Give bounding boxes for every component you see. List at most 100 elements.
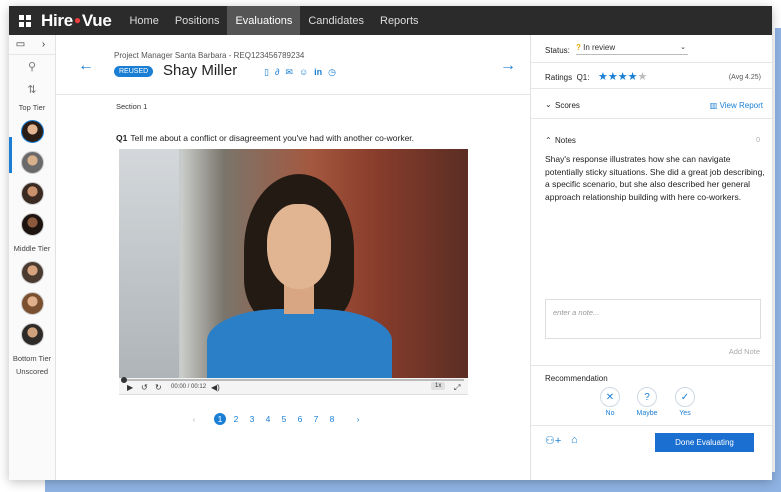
card-view-icon[interactable]: ▭ xyxy=(9,39,32,50)
app-window: Hire●Vue Home Positions Evaluations Cand… xyxy=(9,6,772,480)
tag-icon[interactable]: ⌂ xyxy=(571,434,578,446)
recommend-yes-button[interactable]: ✓ Yes xyxy=(670,387,700,417)
nav-candidates[interactable]: Candidates xyxy=(300,6,372,35)
play-icon[interactable]: ▶ xyxy=(127,383,133,392)
next-candidate-arrow-icon[interactable]: → xyxy=(500,57,516,75)
tier-label-unscored: Unscored xyxy=(15,367,49,376)
pager-prev-icon[interactable]: ‹ xyxy=(186,414,202,424)
divider xyxy=(531,425,772,426)
page-1[interactable]: 1 xyxy=(214,413,226,425)
top-navbar: Hire●Vue Home Positions Evaluations Cand… xyxy=(9,6,772,35)
video-time: 00:00 / 00:12 xyxy=(171,384,207,390)
chevron-up-icon[interactable]: ⌃ xyxy=(545,136,552,145)
add-note-button[interactable]: Add Note xyxy=(729,347,760,356)
star-icon: ★ xyxy=(627,71,638,83)
previous-candidate-arrow-icon[interactable]: ← xyxy=(78,57,94,75)
ratings-label: Ratings Q1: xyxy=(545,73,590,82)
question-text: Q1 Tell me about a conflict or disagreeme… xyxy=(116,133,415,143)
evaluation-main: ← → Project Manager Santa Barbara - REQ1… xyxy=(56,35,530,480)
candidate-avatar[interactable] xyxy=(20,261,44,284)
star-icon: ★ xyxy=(637,71,648,83)
average-rating: (Avg 4.25) xyxy=(728,74,761,81)
candidate-avatar[interactable] xyxy=(20,213,44,236)
note-input[interactable]: enter a note... xyxy=(545,299,761,339)
reused-badge: REUSED xyxy=(114,66,154,77)
position-breadcrumb[interactable]: Project Manager Santa Barbara - REQ12345… xyxy=(114,51,304,60)
volume-icon[interactable]: ◀) xyxy=(211,383,220,392)
done-evaluating-button[interactable]: Done Evaluating xyxy=(655,433,754,452)
candidate-avatar[interactable] xyxy=(20,292,44,315)
email-icon[interactable]: ✉ xyxy=(285,67,293,78)
nav-positions[interactable]: Positions xyxy=(167,6,228,35)
tier-label-middle: Middle Tier xyxy=(13,244,51,253)
section-label: Section 1 xyxy=(116,102,148,111)
history-icon[interactable]: ◷ xyxy=(328,67,336,78)
scores-label: Scores xyxy=(555,101,580,110)
close-icon: ✕ xyxy=(600,387,620,407)
candidate-avatar[interactable] xyxy=(20,151,44,174)
video-controls: ▶ ↺ ↻ 00:00 / 00:12 ◀) 1x ⤢ xyxy=(119,377,468,395)
recommendation-label: Recommendation xyxy=(545,374,608,383)
recommend-maybe-button[interactable]: ? Maybe xyxy=(632,387,662,417)
rating-stars[interactable]: ★★★★★ xyxy=(598,70,647,83)
evaluation-sidebar: Status: ? In review ⌄ Ratings Q1: ★★★★★ (… xyxy=(530,35,772,480)
page-6[interactable]: 6 xyxy=(292,414,308,424)
candidate-avatar[interactable] xyxy=(20,182,44,205)
star-icon: ★ xyxy=(617,71,628,83)
search-icon[interactable]: ⚲ xyxy=(9,55,55,78)
nav-reports[interactable]: Reports xyxy=(372,6,427,35)
header-divider xyxy=(56,94,530,95)
main-nav: Home Positions Evaluations Candidates Re… xyxy=(121,6,426,35)
page-4[interactable]: 4 xyxy=(260,414,276,424)
star-icon: ★ xyxy=(607,71,618,83)
notes-count: 0 xyxy=(756,137,760,144)
page-8[interactable]: 8 xyxy=(324,414,340,424)
question-icon: ? xyxy=(637,387,657,407)
nav-home[interactable]: Home xyxy=(121,6,166,35)
chevron-down-icon: ⌄ xyxy=(680,44,686,51)
report-icon: ▥ xyxy=(709,101,718,110)
page-2[interactable]: 2 xyxy=(228,414,244,424)
star-icon: ★ xyxy=(598,71,608,83)
playback-speed[interactable]: 1x xyxy=(431,382,446,390)
document-icon[interactable]: ▯ xyxy=(264,67,269,78)
sort-icon[interactable]: ⇅ xyxy=(9,78,55,101)
tier-label-top: Top Tier xyxy=(18,103,46,112)
view-report-link[interactable]: ▥ View Report xyxy=(710,101,763,110)
background-accent-right xyxy=(775,28,781,492)
status-select[interactable]: ? In review ⌄ xyxy=(576,43,688,55)
note-content: Shay's response illustrates how she can … xyxy=(545,154,765,202)
video-progress-bar[interactable] xyxy=(121,377,464,383)
add-user-icon[interactable]: ⚇+ xyxy=(545,434,561,447)
contact-icons: ▯ ∂ ✉ ☺ in ◷ xyxy=(264,67,336,78)
candidate-rail: ▭ › ⚲ ⇅ Top Tier Middle Tier Bottom Tier… xyxy=(9,35,56,480)
candidate-avatar[interactable] xyxy=(20,323,44,346)
status-row: Status: ? In review ⌄ xyxy=(531,35,772,63)
selected-indicator xyxy=(9,137,12,173)
check-icon: ✓ xyxy=(675,387,695,407)
expand-chevron-icon[interactable]: › xyxy=(32,39,55,50)
hirevue-logo[interactable]: Hire●Vue xyxy=(41,11,112,31)
rewind-icon[interactable]: ↺ xyxy=(141,383,148,392)
replay-icon[interactable]: ↻ xyxy=(155,383,162,392)
status-label: Status: xyxy=(545,46,570,55)
pager-next-icon[interactable]: › xyxy=(350,414,366,424)
page-5[interactable]: 5 xyxy=(276,414,292,424)
chevron-down-icon[interactable]: ⌄ xyxy=(545,100,552,109)
recommend-no-button[interactable]: ✕ No xyxy=(595,387,625,417)
response-video[interactable] xyxy=(119,149,468,378)
linkedin-icon[interactable]: in xyxy=(314,67,322,78)
fullscreen-icon[interactable]: ⤢ xyxy=(454,383,460,393)
page-7[interactable]: 7 xyxy=(308,414,324,424)
profile-icon[interactable]: ☺ xyxy=(299,67,308,78)
scores-row[interactable]: ⌄ Scores ▥ View Report xyxy=(531,89,772,119)
candidate-avatar-selected[interactable] xyxy=(20,120,44,143)
question-mark-icon: ? xyxy=(576,43,581,52)
divider xyxy=(531,365,772,366)
page-3[interactable]: 3 xyxy=(244,414,260,424)
ratings-row: Ratings Q1: ★★★★★ (Avg 4.25) xyxy=(531,63,772,89)
apps-grid-icon[interactable] xyxy=(9,6,41,35)
nav-evaluations[interactable]: Evaluations xyxy=(227,6,301,35)
question-pager: ‹ 1 2 3 4 5 6 7 8 › xyxy=(186,413,366,425)
attachment-icon[interactable]: ∂ xyxy=(275,67,279,78)
